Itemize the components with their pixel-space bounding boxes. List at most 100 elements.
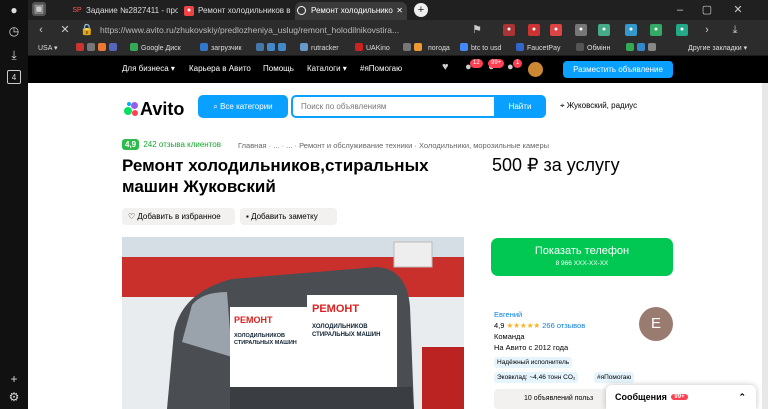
bookmark-icon[interactable]: ⚑ bbox=[470, 23, 484, 37]
seller-info: Евгений 4,9 ★★★★★ 266 отзывов Команда На… bbox=[494, 309, 585, 353]
tag-eco[interactable]: Эковклад: ~4,46 тонн CO₂ bbox=[494, 372, 579, 383]
bookmark-faucetpay[interactable]: FaucetPay bbox=[516, 42, 560, 55]
all-categories-button[interactable]: ⌕ Все категории bbox=[198, 95, 288, 118]
bookmark-misc[interactable] bbox=[403, 42, 425, 55]
page-scrollbar[interactable] bbox=[762, 83, 768, 409]
van-sign-left-sub: ХОЛОДИЛЬНИКОВ СТИРАЛЬНЫХ МАШИН bbox=[234, 333, 297, 346]
seller-reviews-link[interactable]: 266 отзывов bbox=[542, 321, 585, 330]
bookmark-usa[interactable]: USA ▾ bbox=[38, 42, 57, 55]
next-icon[interactable]: › bbox=[700, 23, 714, 37]
tab-menu-icon[interactable]: ▣ bbox=[32, 2, 46, 16]
more-listings-button[interactable]: 10 объявлений польз bbox=[494, 389, 614, 409]
bookmark-icons[interactable] bbox=[76, 42, 120, 55]
post-ad-button[interactable]: Разместить объявление bbox=[563, 61, 673, 78]
bookmark-rutracker[interactable]: rutracker bbox=[300, 42, 339, 55]
search-icon: ⌕ bbox=[213, 102, 218, 111]
rating-stars-icon: ★★★★★ bbox=[506, 321, 541, 330]
phone-mask: 8 966 XXX-XX-XX bbox=[555, 260, 609, 267]
note-icon: ▪ bbox=[246, 212, 249, 221]
location-pin-icon: ⌖ bbox=[560, 101, 565, 110]
profile-icon[interactable]: ● bbox=[7, 3, 21, 17]
browser-sidebar: ● ◷ ⤓ 4 + ⚙ bbox=[0, 0, 28, 409]
seller-avatar[interactable]: Е bbox=[639, 307, 673, 341]
crumb-home[interactable]: Главная bbox=[238, 141, 267, 150]
nav-career[interactable]: Карьера в Авито bbox=[189, 64, 251, 73]
show-phone-button[interactable]: Показать телефон 8 966 XXX-XX-XX bbox=[491, 238, 673, 276]
user-avatar[interactable] bbox=[528, 62, 543, 77]
avito-dots-icon bbox=[124, 102, 140, 116]
other-bookmarks[interactable]: Другие закладки ▾ bbox=[688, 42, 747, 55]
download-icon[interactable]: ⤓ bbox=[7, 48, 21, 62]
reload-icon[interactable]: ✕ bbox=[58, 23, 72, 37]
maximize-icon[interactable]: ▢ bbox=[700, 3, 714, 17]
crumb-service[interactable]: Ремонт и обслуживание техники bbox=[299, 141, 412, 150]
ext-icon[interactable]: ● bbox=[625, 24, 637, 36]
add-panel-icon[interactable]: + bbox=[7, 372, 21, 386]
van-sign-left: РЕМОНТ bbox=[234, 315, 273, 325]
tab-label: Ремонт холодильников в bbox=[198, 6, 291, 15]
chevron-up-icon[interactable]: ⌃ bbox=[738, 385, 746, 409]
lock-icon: 🔒 bbox=[80, 24, 94, 36]
bookmark-btc[interactable]: btc to usd bbox=[460, 42, 501, 55]
crumb-fridges[interactable]: Холодильники, морозильные камеры bbox=[419, 141, 549, 150]
add-note-button[interactable]: ▪ Добавить заметку bbox=[240, 208, 337, 225]
tab-label: Ремонт холодильнико bbox=[311, 6, 393, 15]
bookmark-google-drive[interactable]: Google Диск bbox=[130, 42, 181, 55]
nav-business[interactable]: Для бизнеса ▾ bbox=[122, 64, 175, 73]
ext-icon[interactable]: ● bbox=[575, 24, 587, 36]
search-input[interactable]: Поиск по объявлениям bbox=[291, 95, 496, 118]
listing-photo[interactable]: РЕМОНТ ХОЛОДИЛЬНИКОВ СТИРАЛЬНЫХ МАШИН РЕ… bbox=[122, 237, 464, 409]
messages-widget[interactable]: Сообщения 99+ ⌃ bbox=[606, 385, 756, 409]
bookmarks-bar: USA ▾ Google Диск загрузчик rutracker UA… bbox=[28, 41, 768, 56]
crumb[interactable]: ... bbox=[286, 141, 292, 150]
tag-reliable[interactable]: Надёжный исполнитель bbox=[494, 357, 573, 368]
show-phone-label: Показать телефон bbox=[534, 245, 630, 257]
panel-icon[interactable]: 4 bbox=[7, 70, 21, 84]
breadcrumb: Главная · ... · ... · Ремонт и обслужива… bbox=[238, 141, 550, 150]
seller-name[interactable]: Евгений bbox=[494, 309, 585, 320]
tab-zadanie[interactable]: SP Задание №2827411 - про bbox=[70, 2, 178, 20]
ext-icon[interactable]: ● bbox=[550, 24, 562, 36]
close-tab-icon[interactable]: ✕ bbox=[396, 2, 403, 20]
ext-icon[interactable]: ● bbox=[598, 24, 610, 36]
bookmark-vk[interactable] bbox=[256, 42, 289, 55]
location-selector[interactable]: ⌖ Жуковский, радиус bbox=[560, 101, 637, 111]
reviews-link[interactable]: 242 отзыва клиентов bbox=[143, 140, 221, 149]
listing-title: Ремонт холодильников,стиральных машин Жу… bbox=[122, 156, 429, 196]
find-button[interactable]: Найти bbox=[494, 95, 546, 118]
seller-type: Команда bbox=[494, 332, 525, 341]
nav-ya-pomogayu[interactable]: #яПомогаю bbox=[360, 64, 402, 73]
seller-rating: 4,9 ★★★★★ 266 отзывов bbox=[494, 321, 586, 330]
nav-help[interactable]: Помощь bbox=[263, 64, 294, 73]
back-icon[interactable]: ‹ bbox=[34, 23, 48, 37]
address-bar: ‹ ✕ 🔒 https://www.avito.ru/zhukovskiy/pr… bbox=[28, 20, 768, 41]
add-favorite-button[interactable]: ♡ Добавить в избранное bbox=[122, 208, 235, 225]
bookmark-exchange[interactable]: Обмінн bbox=[576, 42, 610, 55]
ext-icon[interactable]: ● bbox=[528, 24, 540, 36]
ext-icon[interactable]: ● bbox=[650, 24, 662, 36]
avito-logo[interactable]: Avito bbox=[124, 99, 184, 120]
download-icon[interactable]: ⤓ bbox=[728, 23, 742, 37]
nav-catalogs[interactable]: Каталоги ▾ bbox=[307, 64, 347, 73]
van-sign-right-sub: ХОЛОДИЛЬНИКОВ СТИРАЛЬНЫХ МАШИН bbox=[312, 324, 381, 338]
new-tab-icon[interactable]: + bbox=[414, 3, 428, 17]
minimize-icon[interactable]: – bbox=[673, 3, 687, 17]
crumb[interactable]: ... bbox=[273, 141, 279, 150]
bookmark-icons-2[interactable] bbox=[626, 42, 659, 55]
ext-icon[interactable]: ● bbox=[676, 24, 688, 36]
tag-ya-pomogayu[interactable]: #яПомогаю bbox=[594, 372, 635, 383]
heart-icon[interactable]: ♥ bbox=[442, 61, 449, 73]
tab-avito-1[interactable]: ● Ремонт холодильников в bbox=[182, 2, 292, 20]
tab-avito-active[interactable]: Ремонт холодильнико ✕ bbox=[295, 2, 407, 20]
bookmark-downloader[interactable]: загрузчик bbox=[200, 42, 242, 55]
close-window-icon[interactable]: ✕ bbox=[731, 3, 745, 17]
bookmark-uakino[interactable]: UAKino bbox=[355, 42, 390, 55]
tab-label: Задание №2827411 - про bbox=[86, 6, 178, 15]
listing-price: 500 ₽ за услугу bbox=[492, 155, 620, 175]
settings-icon[interactable]: ⚙ bbox=[7, 390, 21, 404]
url-field[interactable]: https://www.avito.ru/zhukovskiy/predlozh… bbox=[100, 23, 460, 38]
bookmark-weather[interactable]: погода bbox=[428, 42, 450, 55]
history-icon[interactable]: ◷ bbox=[7, 24, 21, 38]
ext-icon[interactable]: ● bbox=[503, 24, 515, 36]
van-sign-right: РЕМОНТ bbox=[312, 303, 360, 315]
